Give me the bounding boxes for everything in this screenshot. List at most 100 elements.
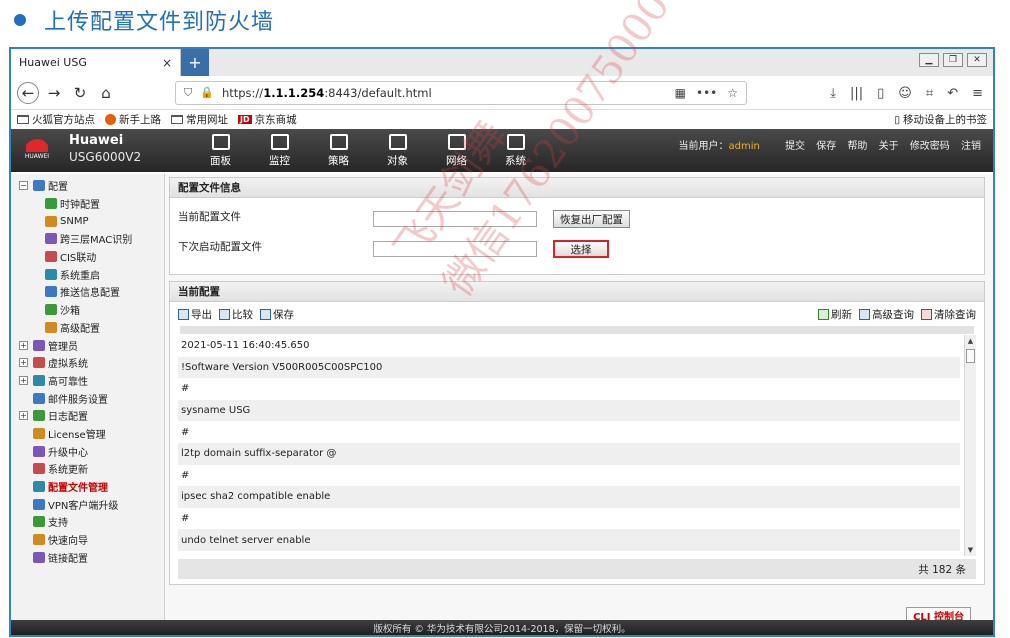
sidebar-item[interactable]: 配置文件管理 — [11, 478, 164, 496]
logout-link[interactable]: 注销 — [961, 141, 981, 152]
library-icon[interactable]: ||| — [850, 86, 863, 101]
window-close-icon[interactable]: ✕ — [967, 53, 987, 67]
sidebar-item[interactable]: CIS联动 — [11, 248, 164, 266]
menu-icon[interactable]: ≡ — [972, 86, 983, 101]
sidebar-item[interactable]: VPN客户端升级 — [11, 495, 164, 513]
sidebar-item[interactable]: + 虚拟系统 — [11, 354, 164, 372]
sidebar-item[interactable]: 快速向导 — [11, 531, 164, 549]
copyright-bar: 版权所有 © 华为技术有限公司2014-2018，保留一切权利。 — [11, 620, 993, 635]
tab-title: Huawei USG — [19, 56, 87, 69]
tab-close-icon[interactable]: × — [162, 56, 172, 70]
account-icon[interactable]: ☺ — [898, 86, 912, 101]
save-link[interactable]: 保存 — [816, 141, 836, 152]
qr-icon[interactable]: ▦ — [675, 86, 686, 100]
more-icon[interactable]: ••• — [696, 86, 717, 100]
sidebar-item[interactable]: + 管理员 — [11, 336, 164, 354]
user-name: admin — [728, 141, 760, 152]
sidebar-item-label: 邮件服务设置 — [48, 394, 108, 406]
sidebar-item-label: License管理 — [48, 429, 106, 441]
sidebar-item[interactable]: 链接配置 — [11, 548, 164, 566]
change-password-link[interactable]: 修改密码 — [910, 141, 950, 152]
sidebar-item[interactable]: 支持 — [11, 513, 164, 531]
tree-node-icon — [33, 463, 45, 475]
select-button[interactable]: 选择 — [553, 240, 609, 258]
clear-query-button[interactable]: 清除查询 — [921, 307, 976, 322]
object-icon — [388, 134, 407, 150]
sidebar-item-label: CIS联动 — [60, 253, 97, 265]
bookmark-item[interactable]: 新手上路 — [105, 112, 161, 127]
advanced-query-button[interactable]: 高级查询 — [859, 307, 914, 322]
about-link[interactable]: 关于 — [879, 141, 899, 152]
help-link[interactable]: 帮助 — [847, 141, 867, 152]
current-config-field[interactable] — [373, 211, 537, 227]
expand-icon[interactable]: + — [19, 411, 28, 421]
nav-object[interactable]: 对象 — [368, 132, 427, 168]
sidebar-item[interactable]: License管理 — [11, 425, 164, 443]
compare-button[interactable]: 比较 — [219, 307, 253, 322]
sidebar-item[interactable]: 高级配置 — [11, 319, 164, 337]
sidebar-item[interactable]: 邮件服务设置 — [11, 389, 164, 407]
nav-dashboard[interactable]: 面板 — [191, 132, 250, 168]
reload-icon[interactable]: ↻ — [69, 82, 91, 104]
home-icon[interactable]: ⌂ — [95, 82, 117, 104]
sidebar-item[interactable]: + 日志配置 — [11, 407, 164, 425]
star-icon[interactable]: ☆ — [727, 86, 738, 100]
back-icon[interactable]: ← — [17, 81, 39, 104]
scroll-down-icon[interactable]: ▼ — [965, 544, 976, 556]
config-line: ipsec sha2 compatible enable — [178, 486, 960, 508]
lock-icon[interactable]: 🔒 — [200, 86, 214, 99]
expand-icon[interactable]: + — [19, 375, 28, 385]
sidebar-item[interactable]: 沙箱 — [11, 301, 164, 319]
config-footer: 共 182 条 — [178, 559, 976, 579]
bookmark-item[interactable]: JD 京东商城 — [238, 112, 297, 127]
scroll-up-icon[interactable]: ▲ — [965, 335, 976, 347]
nav-monitor[interactable]: 监控 — [250, 132, 309, 168]
slide-title: 上传配置文件到防火墙 — [14, 4, 274, 36]
sidebar-item[interactable]: 推送信息配置 — [11, 283, 164, 301]
sidebar-item[interactable]: SNMP — [11, 212, 164, 230]
bookmark-item[interactable]: 火狐官方站点 — [17, 112, 95, 127]
user-bar: 当前用户：admin 提交 保存 帮助 关于 修改密码 注销 — [678, 141, 981, 152]
new-tab-button[interactable]: + — [181, 49, 209, 76]
nav-system[interactable]: 系统 — [486, 132, 545, 168]
expand-icon[interactable]: + — [19, 358, 28, 368]
main-content: 配置文件信息 当前配置文件 恢复出厂配置 下次启动配置文件 选择 当前配置 导出… — [165, 174, 993, 625]
undo-icon[interactable]: ↶ — [947, 86, 958, 101]
forward-icon[interactable]: → — [43, 82, 65, 104]
save-icon — [260, 308, 271, 320]
restore-factory-button[interactable]: 恢复出厂配置 — [553, 210, 630, 228]
sidebar-icon[interactable]: ▯ — [877, 86, 884, 101]
screenshot-icon[interactable]: ⌗ — [926, 86, 933, 101]
refresh-button[interactable]: 刷新 — [818, 307, 852, 322]
sidebar-item[interactable]: + 高可靠性 — [11, 372, 164, 390]
scroll-thumb[interactable] — [966, 349, 975, 363]
sidebar-item[interactable]: − 配置 — [11, 177, 164, 195]
tree-node-icon — [45, 286, 57, 298]
config-text-area[interactable]: 2021-05-11 16:40:45.650 !Software Version… — [178, 335, 960, 556]
jd-icon: JD — [238, 115, 252, 124]
bookmark-item[interactable]: 常用网址 — [171, 112, 228, 127]
collapse-icon[interactable]: − — [19, 181, 28, 191]
download-icon[interactable]: ⤓ — [830, 86, 836, 101]
nav-network[interactable]: 网络 — [427, 132, 486, 168]
expand-icon[interactable]: + — [19, 340, 28, 350]
save-button[interactable]: 保存 — [260, 307, 294, 322]
sidebar-item[interactable]: 系统更新 — [11, 460, 164, 478]
url-text[interactable]: https://1.1.1.254:8443/default.html — [222, 86, 665, 100]
url-bar[interactable]: ⛉ 🔒 https://1.1.1.254:8443/default.html … — [175, 80, 747, 105]
sidebar-item[interactable]: 系统重启 — [11, 265, 164, 283]
minimize-icon[interactable]: ▁ — [919, 53, 939, 67]
tree-node-icon — [33, 374, 45, 386]
next-config-field[interactable] — [373, 241, 537, 257]
mobile-bookmarks[interactable]: ▯ 移动设备上的书签 — [894, 112, 987, 127]
shield-icon[interactable]: ⛉ — [184, 86, 192, 100]
config-scrollbar[interactable]: ▲ ▼ — [964, 335, 976, 556]
sidebar-item[interactable]: 升级中心 — [11, 442, 164, 460]
sidebar-item[interactable]: 时钟配置 — [11, 195, 164, 213]
browser-tab[interactable]: Huawei USG × — [11, 49, 181, 76]
restore-icon[interactable]: ❐ — [943, 53, 963, 67]
sidebar-item[interactable]: 跨三层MAC识别 — [11, 230, 164, 248]
submit-link[interactable]: 提交 — [785, 141, 805, 152]
export-button[interactable]: 导出 — [178, 307, 212, 322]
nav-policy[interactable]: 策略 — [309, 132, 368, 168]
